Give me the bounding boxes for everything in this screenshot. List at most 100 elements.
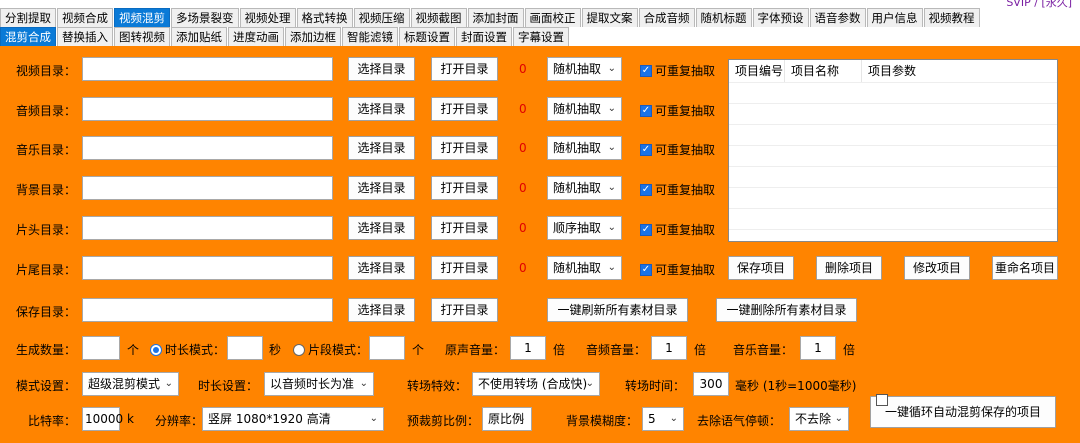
- col-project-params[interactable]: 项目参数: [862, 60, 1057, 82]
- transition-select[interactable]: 不使用转场 (合成快) ⌄: [472, 372, 600, 396]
- extract-mode-select[interactable]: 随机抽取 ⌄: [547, 256, 622, 280]
- bitrate-input[interactable]: 10000: [82, 407, 123, 431]
- music-vol-input[interactable]: 1: [800, 336, 836, 360]
- repeat-checkbox[interactable]: ✓ 可重复抽取: [640, 62, 715, 79]
- choose-dir-button[interactable]: 选择目录: [348, 136, 415, 160]
- tab-top-10[interactable]: 提取文案: [581, 8, 638, 27]
- tab-top-4[interactable]: 视频处理: [239, 8, 296, 27]
- tab-sub-6[interactable]: 智能滤镜: [342, 27, 398, 46]
- tab-top-8[interactable]: 添加封面: [467, 8, 524, 27]
- save-open-dir-button[interactable]: 打开目录: [431, 298, 498, 322]
- choose-dir-button[interactable]: 选择目录: [348, 57, 415, 81]
- tab-sub-9[interactable]: 字幕设置: [513, 27, 569, 46]
- pause-label: 去除语气停顿：: [697, 414, 782, 428]
- blur-select[interactable]: 5 ⌄: [642, 407, 684, 431]
- segment-input[interactable]: [369, 336, 405, 360]
- segment-mode-radio[interactable]: 片段模式：: [293, 341, 368, 358]
- tab-sub-2[interactable]: 图转视频: [114, 27, 170, 46]
- gen-count-input[interactable]: [82, 336, 120, 360]
- checkbox-checked-icon[interactable]: ✓: [640, 143, 652, 156]
- tab-sub-3[interactable]: 添加贴纸: [171, 27, 227, 46]
- tab-top-2[interactable]: 视频混剪: [114, 8, 170, 27]
- tab-top-1[interactable]: 视频合成: [57, 8, 113, 27]
- tab-top-11[interactable]: 合成音频: [638, 8, 695, 27]
- repeat-checkbox[interactable]: ✓ 可重复抽取: [640, 102, 715, 119]
- choose-dir-button[interactable]: 选择目录: [348, 97, 415, 121]
- duration-mode-label: 时长模式：: [165, 343, 226, 357]
- dir-path-input[interactable]: [82, 216, 333, 240]
- orig-vol-unit: 倍: [553, 343, 566, 357]
- tab-top-9[interactable]: 画面校正: [524, 8, 581, 27]
- edit-project-button[interactable]: 修改项目: [904, 256, 970, 280]
- open-dir-button[interactable]: 打开目录: [431, 256, 498, 280]
- tab-top-13[interactable]: 字体预设: [752, 8, 809, 27]
- refresh-all-dirs-button[interactable]: 一键刷新所有素材目录: [547, 298, 688, 322]
- checkbox-checked-icon[interactable]: ✓: [640, 223, 652, 236]
- duration-input[interactable]: [227, 336, 263, 360]
- rename-project-button[interactable]: 重命名项目: [992, 256, 1058, 280]
- dir-path-input[interactable]: [82, 176, 333, 200]
- tab-sub-0[interactable]: 混剪合成: [0, 27, 56, 46]
- delete-project-button[interactable]: 删除项目: [816, 256, 882, 280]
- open-dir-button[interactable]: 打开目录: [431, 216, 498, 240]
- tab-top-16[interactable]: 视频教程: [923, 8, 980, 27]
- tab-top-15[interactable]: 用户信息: [866, 8, 923, 27]
- delete-all-dirs-button[interactable]: 一键删除所有素材目录: [716, 298, 857, 322]
- loop-auto-mix-button[interactable]: 一键循环自动混剪保存的项目: [870, 396, 1056, 428]
- save-dir-input[interactable]: [82, 298, 333, 322]
- checkbox-checked-icon[interactable]: ✓: [640, 104, 652, 117]
- repeat-checkbox[interactable]: ✓ 可重复抽取: [640, 181, 715, 198]
- trans-time-input[interactable]: 300: [693, 372, 729, 396]
- tab-sub-5[interactable]: 添加边框: [285, 27, 341, 46]
- tab-sub-1[interactable]: 替换插入: [57, 27, 113, 46]
- checkbox-checked-icon[interactable]: ✓: [640, 183, 652, 196]
- repeat-checkbox[interactable]: ✓ 可重复抽取: [640, 141, 715, 158]
- col-project-id[interactable]: 项目编号: [729, 60, 785, 82]
- dir-path-input[interactable]: [82, 57, 333, 81]
- mode-select[interactable]: 超级混剪模式 ⌄: [82, 372, 179, 396]
- extract-mode-select[interactable]: 随机抽取 ⌄: [547, 176, 622, 200]
- tab-sub-7[interactable]: 标题设置: [399, 27, 455, 46]
- repeat-checkbox[interactable]: ✓ 可重复抽取: [640, 261, 715, 278]
- radio-selected-icon[interactable]: [150, 343, 162, 356]
- choose-dir-button[interactable]: 选择目录: [348, 256, 415, 280]
- checkbox-checked-icon[interactable]: ✓: [640, 263, 652, 276]
- crop-select[interactable]: 原比例 ⌄: [482, 407, 532, 431]
- dir-path-input[interactable]: [82, 97, 333, 121]
- resolution-select[interactable]: 竖屏 1080*1920 高清 ⌄: [202, 407, 384, 431]
- tab-top-3[interactable]: 多场景裂变: [171, 8, 239, 27]
- dur-setting-select[interactable]: 以音频时长为准 ⌄: [264, 372, 374, 396]
- duration-mode-radio[interactable]: 时长模式：: [150, 341, 225, 358]
- col-project-name[interactable]: 项目名称: [785, 60, 862, 82]
- tab-sub-4[interactable]: 进度动画: [228, 27, 284, 46]
- bottom-checkbox[interactable]: [876, 394, 888, 406]
- extract-mode-select[interactable]: 顺序抽取 ⌄: [547, 216, 622, 240]
- tab-sub-8[interactable]: 封面设置: [456, 27, 512, 46]
- open-dir-button[interactable]: 打开目录: [431, 97, 498, 121]
- choose-dir-button[interactable]: 选择目录: [348, 176, 415, 200]
- dir-path-input[interactable]: [82, 136, 333, 160]
- tab-top-5[interactable]: 格式转换: [296, 8, 353, 27]
- open-dir-button[interactable]: 打开目录: [431, 136, 498, 160]
- repeat-checkbox[interactable]: ✓ 可重复抽取: [640, 221, 715, 238]
- audio-vol-input[interactable]: 1: [651, 336, 687, 360]
- orig-vol-input[interactable]: 1: [510, 336, 546, 360]
- choose-dir-button[interactable]: 选择目录: [348, 216, 415, 240]
- dir-path-input[interactable]: [82, 256, 333, 280]
- project-list[interactable]: 项目编号 项目名称 项目参数: [728, 59, 1058, 242]
- open-dir-button[interactable]: 打开目录: [431, 176, 498, 200]
- save-project-button[interactable]: 保存项目: [728, 256, 794, 280]
- save-choose-dir-button[interactable]: 选择目录: [348, 298, 415, 322]
- extract-mode-select[interactable]: 随机抽取 ⌄: [547, 57, 622, 81]
- pause-select[interactable]: 不去除 ⌄: [789, 407, 849, 431]
- tab-top-0[interactable]: 分割提取: [0, 8, 56, 27]
- tab-top-7[interactable]: 视频截图: [410, 8, 467, 27]
- checkbox-checked-icon[interactable]: ✓: [640, 64, 652, 77]
- radio-unselected-icon[interactable]: [293, 343, 305, 356]
- tab-top-6[interactable]: 视频压缩: [353, 8, 410, 27]
- tab-top-12[interactable]: 随机标题: [695, 8, 752, 27]
- extract-mode-select[interactable]: 随机抽取 ⌄: [547, 97, 622, 121]
- open-dir-button[interactable]: 打开目录: [431, 57, 498, 81]
- extract-mode-select[interactable]: 随机抽取 ⌄: [547, 136, 622, 160]
- tab-top-14[interactable]: 语音参数: [809, 8, 866, 27]
